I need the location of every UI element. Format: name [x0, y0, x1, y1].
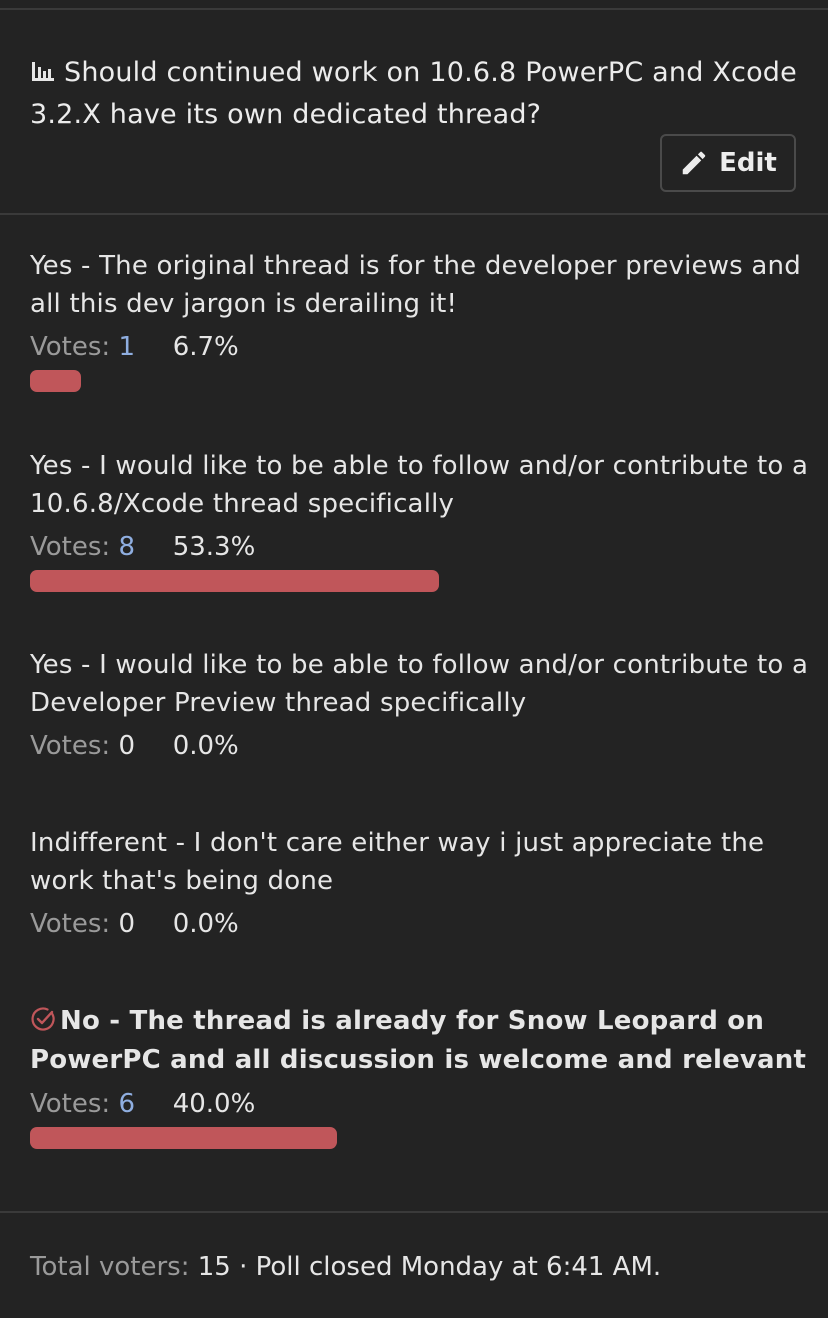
poll-option: Yes - The original thread is for the dev…: [30, 247, 810, 392]
footer-divider: [0, 1211, 828, 1213]
votes-percent: 0.0%: [172, 731, 239, 761]
check-circle-icon: [30, 1005, 56, 1031]
votes-label: Votes:: [30, 332, 111, 362]
votes-label: Votes:: [30, 731, 111, 761]
votes-percent: 0.0%: [172, 909, 239, 939]
votes-label: Votes:: [30, 1089, 111, 1119]
total-voters-value: 15: [197, 1252, 231, 1282]
poll-option: Yes - I would like to be able to follow …: [30, 646, 810, 766]
header-divider: [0, 213, 828, 215]
votes-count: 0: [118, 731, 135, 761]
poll-closed-text: Poll closed Monday at 6:41 AM.: [255, 1252, 662, 1282]
option-label: No - The thread is already for Snow Leop…: [30, 1006, 807, 1075]
poll-footer: Total voters: 15 · Poll closed Monday at…: [30, 1248, 661, 1286]
votes-label: Votes:: [30, 909, 111, 939]
option-text: Yes - The original thread is for the dev…: [30, 251, 801, 319]
total-voters-label: Total voters:: [30, 1252, 190, 1282]
votes-count-link[interactable]: 1: [118, 327, 164, 367]
edit-button[interactable]: Edit: [660, 134, 796, 192]
result-bar: [30, 370, 82, 392]
option-text: No - The thread is already for Snow Leop…: [30, 1002, 810, 1080]
poll-question: Should continued work on 10.6.8 PowerPC …: [30, 57, 797, 130]
votes-percent: 53.3%: [172, 532, 256, 562]
pencil-icon: [682, 151, 706, 175]
poll-option: Yes - I would like to be able to follow …: [30, 447, 810, 592]
votes-label: Votes:: [30, 532, 111, 562]
votes-line: Votes: 0 0.0%: [30, 904, 810, 944]
result-bar-track: [30, 370, 798, 392]
edit-label: Edit: [719, 148, 777, 178]
poll-option: Indifferent - I don't care either way i …: [30, 824, 810, 944]
votes-count: 0: [118, 909, 135, 939]
votes-count-link[interactable]: 6: [118, 1084, 164, 1124]
votes-line: Votes: 1 6.7%: [30, 327, 810, 367]
votes-line: Votes: 6 40.0%: [30, 1084, 810, 1124]
result-bar: [30, 1127, 338, 1149]
option-text: Yes - I would like to be able to follow …: [30, 451, 809, 519]
result-bar-track: [30, 1127, 798, 1149]
footer-separator: ·: [239, 1252, 248, 1282]
option-text: Yes - I would like to be able to follow …: [30, 650, 809, 718]
result-bar: [30, 570, 440, 592]
option-text: Indifferent - I don't care either way i …: [30, 828, 765, 896]
poll-header: Should continued work on 10.6.8 PowerPC …: [0, 10, 828, 214]
result-bar-track: [30, 570, 798, 592]
votes-percent: 6.7%: [172, 332, 239, 362]
poll-option-selected: No - The thread is already for Snow Leop…: [30, 1002, 810, 1149]
bar-chart-icon: [30, 54, 56, 81]
votes-line: Votes: 0 0.0%: [30, 726, 810, 766]
votes-count-link[interactable]: 8: [118, 527, 164, 567]
votes-line: Votes: 8 53.3%: [30, 527, 810, 567]
votes-percent: 40.0%: [172, 1089, 256, 1119]
poll-title: Should continued work on 10.6.8 PowerPC …: [30, 52, 810, 136]
